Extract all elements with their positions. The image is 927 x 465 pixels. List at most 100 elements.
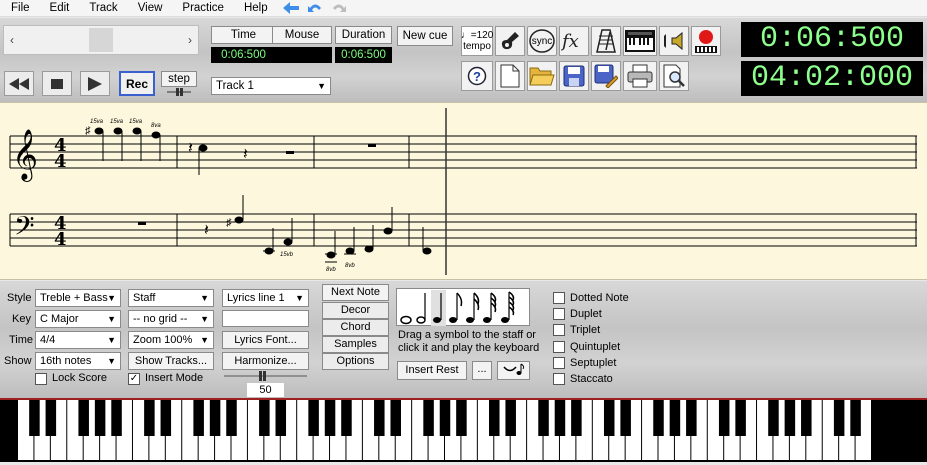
black-key[interactable] <box>489 400 500 436</box>
treble-measure-2-notes[interactable]: 𝄽 𝄽 <box>188 140 294 175</box>
open-file-button[interactable] <box>527 61 557 91</box>
play-button[interactable] <box>80 71 110 96</box>
harmonize-button[interactable]: Harmonize... <box>222 352 309 370</box>
half-note-icon[interactable] <box>416 293 426 324</box>
black-key[interactable] <box>94 400 106 436</box>
black-key[interactable] <box>768 400 779 436</box>
timeline-scroller[interactable]: ‹ › <box>3 25 199 55</box>
new-file-button[interactable] <box>495 61 525 91</box>
black-key[interactable] <box>538 400 549 436</box>
dotted-note-checkbox[interactable] <box>553 292 565 304</box>
scroll-left-arrow[interactable]: ‹ <box>10 33 14 47</box>
score-view[interactable]: 𝄞 4 4 𝄢 4 4 ♯ 15va 15va 15va 8va 𝄽 𝄽 𝄽 ♯… <box>0 102 927 280</box>
lyrics-font-button[interactable]: Lyrics Font... <box>222 331 309 349</box>
menu-track[interactable]: Track <box>78 2 126 14</box>
tempo-button[interactable]: ♩=120 tempo <box>461 26 493 56</box>
black-key[interactable] <box>686 400 697 436</box>
black-key[interactable] <box>653 400 664 436</box>
black-key[interactable] <box>718 400 730 436</box>
duplet-checkbox[interactable] <box>553 308 565 320</box>
black-key[interactable] <box>439 400 451 436</box>
black-key[interactable] <box>226 400 237 436</box>
menu-help[interactable]: Help <box>233 2 277 14</box>
step-button[interactable]: step <box>161 71 197 87</box>
zoom-select[interactable]: Zoom 100% ▼ <box>128 331 214 349</box>
effects-button[interactable]: fx <box>559 26 589 56</box>
black-key[interactable] <box>341 400 352 436</box>
black-key[interactable] <box>620 400 631 436</box>
keyboard-button[interactable] <box>623 26 657 56</box>
whole-note-icon[interactable] <box>400 315 412 325</box>
show-tracks-button[interactable]: Show Tracks... <box>128 352 214 370</box>
black-key[interactable] <box>193 400 204 436</box>
black-key[interactable] <box>850 400 861 436</box>
black-key[interactable] <box>308 400 319 436</box>
record-keyboard-button[interactable] <box>691 26 721 56</box>
track-select[interactable]: Track 1 ▼ <box>211 77 331 95</box>
black-key[interactable] <box>554 400 566 436</box>
print-button[interactable] <box>623 61 657 91</box>
next-note-button[interactable]: Next Note <box>322 284 389 301</box>
print-preview-button[interactable] <box>659 61 689 91</box>
black-key[interactable] <box>801 400 812 436</box>
decor-button[interactable]: Decor <box>322 302 389 319</box>
quarter-note-icon[interactable] <box>431 290 446 326</box>
black-key[interactable] <box>78 400 89 436</box>
sixteenth-note-icon[interactable] <box>466 292 480 323</box>
key-select[interactable]: C Major ▼ <box>35 310 121 328</box>
back-arrow-icon[interactable] <box>282 2 299 14</box>
quintuplet-checkbox[interactable] <box>553 341 565 353</box>
new-cue-button[interactable]: New cue <box>397 26 453 46</box>
black-key[interactable] <box>390 400 401 436</box>
black-key[interactable] <box>259 400 270 436</box>
stop-button[interactable] <box>42 71 72 96</box>
rewind-button[interactable] <box>4 71 34 96</box>
piano-keyboard[interactable] <box>0 398 927 462</box>
treble-measure-3-rest[interactable] <box>368 144 376 147</box>
black-key[interactable] <box>735 400 746 436</box>
undo-icon[interactable] <box>307 2 323 14</box>
black-key[interactable] <box>275 400 287 436</box>
staff-select[interactable]: Staff ▼ <box>128 289 214 307</box>
help-button[interactable]: ? <box>461 61 493 91</box>
black-key[interactable] <box>505 400 516 436</box>
black-key[interactable] <box>209 400 221 436</box>
thirty-second-note-icon[interactable] <box>483 292 497 323</box>
insert-mode-checkbox[interactable]: ✓ <box>128 373 140 385</box>
time-sig-select[interactable]: 4/4 ▼ <box>35 331 121 349</box>
black-key[interactable] <box>374 400 385 436</box>
menu-edit[interactable]: Edit <box>39 2 79 14</box>
save-button[interactable] <box>559 61 589 91</box>
bass-measure-3-notes[interactable] <box>325 207 393 263</box>
staccato-checkbox[interactable] <box>553 373 565 385</box>
piano-keys[interactable] <box>0 398 927 462</box>
lyrics-input[interactable] <box>222 310 309 327</box>
scroller-thumb[interactable] <box>89 28 113 52</box>
score-canvas[interactable]: 𝄞 4 4 𝄢 4 4 ♯ 15va 15va 15va 8va 𝄽 𝄽 𝄽 ♯… <box>0 103 927 281</box>
bass-measure-2-notes[interactable]: 𝄽 ♯ <box>204 195 293 255</box>
black-key[interactable] <box>29 400 40 436</box>
sync-button[interactable]: sync <box>527 26 557 56</box>
volume-button[interactable] <box>659 26 689 56</box>
black-key[interactable] <box>669 400 681 436</box>
chord-button[interactable]: Chord <box>322 319 389 336</box>
scroll-right-arrow[interactable]: › <box>188 33 192 47</box>
redo-icon[interactable] <box>331 2 347 14</box>
step-slider-icon[interactable] <box>165 88 193 96</box>
treble-measure-1-notes[interactable]: ♯ <box>85 125 161 161</box>
sixty-fourth-note-icon[interactable] <box>501 291 515 323</box>
septuplet-checkbox[interactable] <box>553 357 565 369</box>
triplet-checkbox[interactable] <box>553 324 565 336</box>
options-button[interactable]: Options <box>322 353 389 370</box>
insert-rest-button[interactable]: Insert Rest <box>397 361 467 380</box>
save-as-button[interactable] <box>591 61 621 91</box>
bass-measure-1-rest[interactable] <box>138 222 146 225</box>
samples-button[interactable]: Samples <box>322 336 389 353</box>
black-key[interactable] <box>423 400 434 436</box>
black-key[interactable] <box>571 400 582 436</box>
menu-view[interactable]: View <box>127 2 172 14</box>
black-key[interactable] <box>603 400 615 436</box>
style-select[interactable]: Treble + Bass ▼ <box>35 289 121 307</box>
lyrics-line-select[interactable]: Lyrics line 1 ▼ <box>222 289 309 307</box>
more-button[interactable]: ... <box>472 361 492 380</box>
